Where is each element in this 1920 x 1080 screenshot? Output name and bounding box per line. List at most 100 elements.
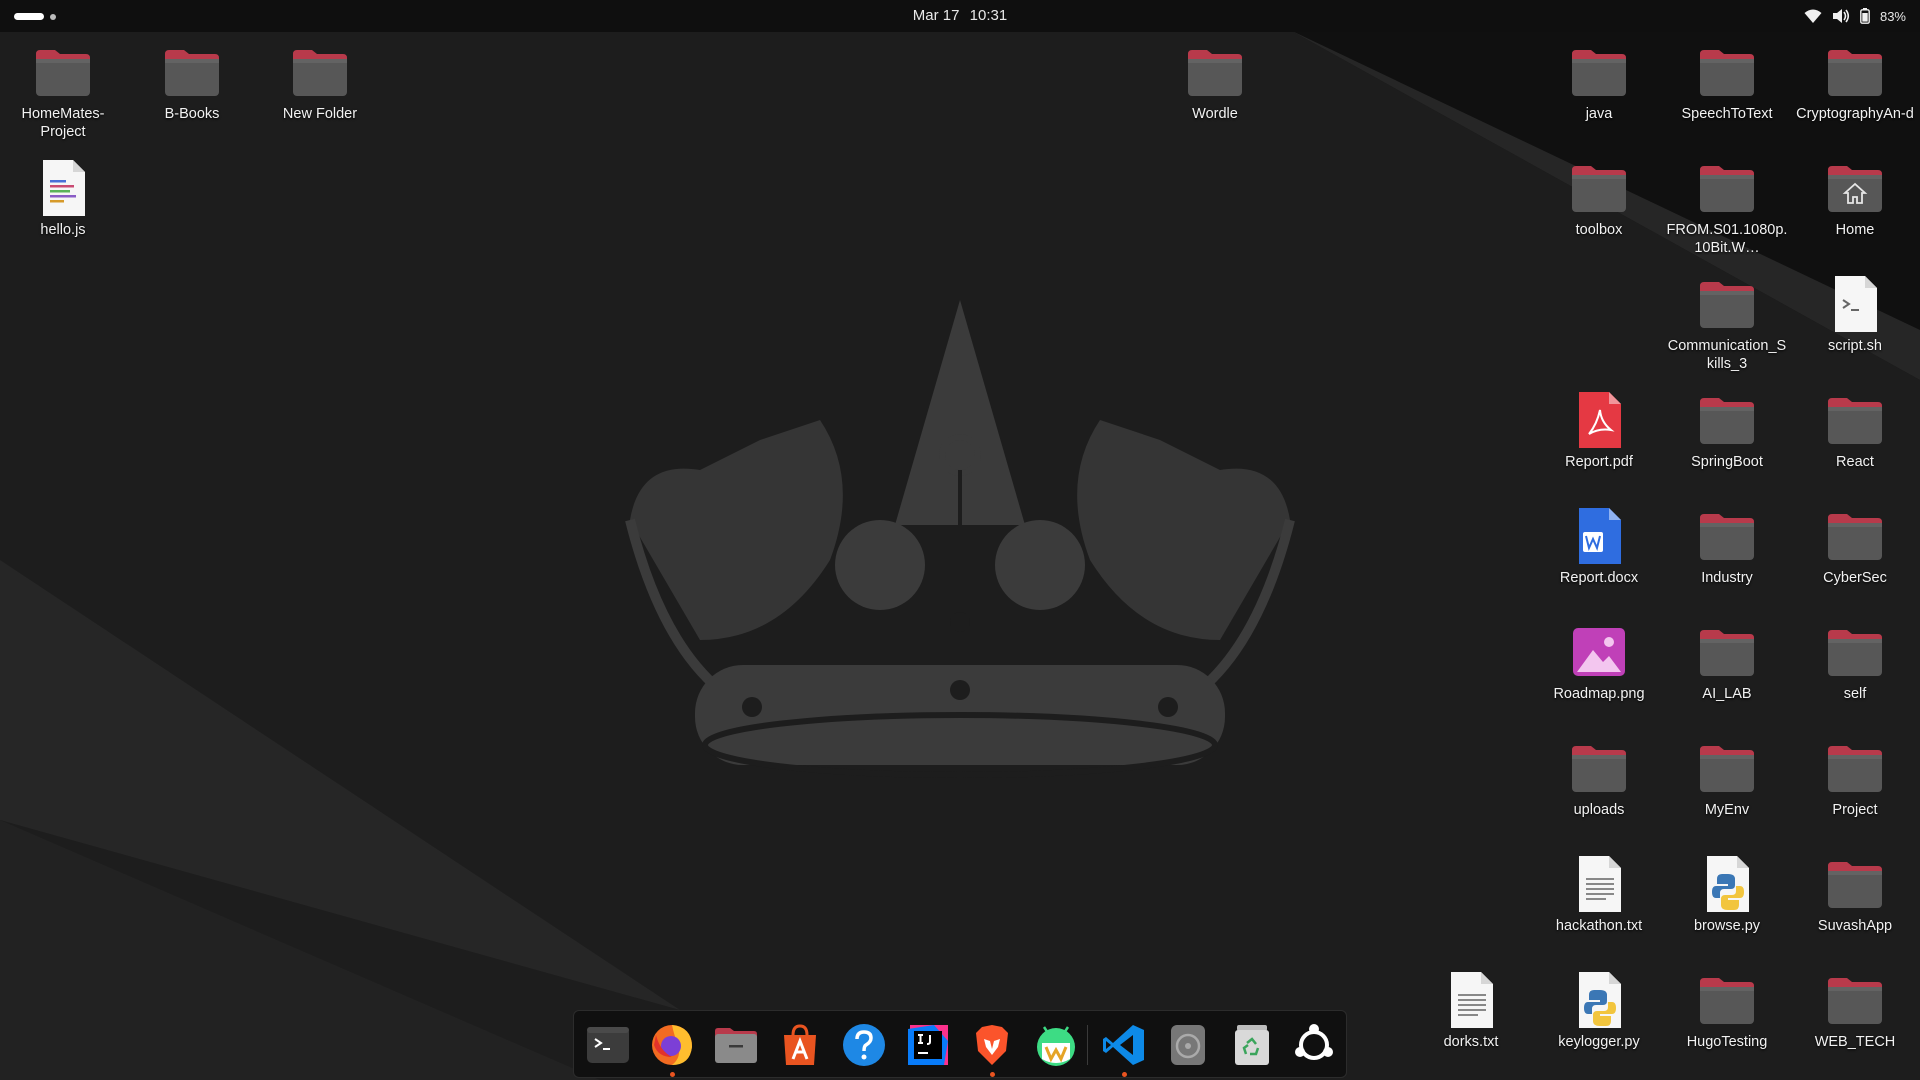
javascript-file-icon [33,158,93,218]
desktop-file-keylogger-py[interactable]: keylogger.py [1537,970,1661,1051]
android-studio-icon [1037,1026,1075,1066]
folder-icon [1697,390,1757,450]
dock-intellij-idea[interactable] [904,1021,952,1069]
desktop-icon-label: Project [1832,802,1878,818]
desktop-file-hello-js[interactable]: hello.js [1,158,125,239]
volume-icon [1832,9,1850,23]
dock-disks[interactable] [1164,1021,1212,1069]
dock-separator [1087,1025,1088,1065]
folder-icon [162,42,222,102]
desktop-folder-project[interactable]: Project [1793,738,1917,819]
desktop-folder-java[interactable]: java [1537,42,1661,123]
desktop-file-report-docx[interactable]: Report.docx [1537,506,1661,587]
desktop-folder-ai-lab[interactable]: AI_LAB [1665,622,1789,703]
desktop-folder-self[interactable]: self [1793,622,1917,703]
folder-icon [1697,506,1757,566]
desktop-folder-new-folder[interactable]: New Folder [258,42,382,123]
desktop-file-report-pdf[interactable]: Report.pdf [1537,390,1661,471]
desktop-icon-label: SpringBoot [1691,454,1763,470]
files-icon [715,1028,757,1063]
desktop-folder-springboot[interactable]: SpringBoot [1665,390,1789,471]
desktop-icon-label: Home [1835,222,1875,238]
clock[interactable]: Mar 17 10:31 [0,7,1920,24]
folder-icon [1825,738,1885,798]
desktop-folder-react[interactable]: React [1793,390,1917,471]
clock-date: Mar 17 [912,7,960,24]
desktop-folder-web-tech[interactable]: WEB_TECH [1793,970,1917,1051]
folder-icon [1825,506,1885,566]
dock-app-center[interactable] [776,1021,824,1069]
dock-firefox[interactable] [648,1021,696,1077]
dock [573,1010,1347,1078]
desktop-home-folder[interactable]: Home [1793,158,1917,239]
desktop-icon-label: AI_LAB [1702,686,1752,702]
python-file-icon [1569,970,1629,1030]
desktop-folder-uploads[interactable]: uploads [1537,738,1661,819]
desktop-icon-label: keylogger.py [1558,1034,1640,1050]
dock-trash[interactable] [1228,1021,1276,1069]
desktop-icon-label: Roadmap.png [1553,686,1645,702]
shell-script-icon [1825,274,1885,334]
desktop-folder-myenv[interactable]: MyEnv [1665,738,1789,819]
folder-icon [1569,738,1629,798]
desktop-folder-homemates-project[interactable]: HomeMates-Project [1,42,125,141]
show-apps-icon [1295,1024,1333,1060]
desktop-icon-label: MyEnv [1704,802,1750,818]
desktop-folder-toolbox[interactable]: toolbox [1537,158,1661,239]
dock-vscode[interactable] [1100,1021,1148,1077]
dock-brave[interactable] [968,1021,1016,1077]
text-file-icon [1569,854,1629,914]
running-indicator [670,1072,675,1077]
desktop-icon-label: WEB_TECH [1814,1034,1896,1050]
desktop-file-script-sh[interactable]: script.sh [1793,274,1917,355]
pdf-file-icon [1579,392,1621,448]
battery-percentage: 83% [1879,8,1906,24]
terminal-icon [587,1027,629,1063]
desktop-folder-cryptographyand[interactable]: CryptographyAn-d [1793,42,1917,123]
brave-icon [976,1025,1008,1065]
folder-icon [1825,42,1885,102]
desktop-folder-b-books[interactable]: B-Books [130,42,254,123]
desktop-icon-label: Report.pdf [1565,454,1633,470]
running-indicator [990,1072,995,1077]
desktop-folder-wordle[interactable]: Wordle [1153,42,1277,123]
desktop-icon-label: hackathon.txt [1555,918,1643,934]
desktop-folder-suvashapp[interactable]: SuvashApp [1793,854,1917,935]
dock-android-studio[interactable] [1032,1021,1080,1069]
desktop-icon-label: HugoTesting [1686,1034,1768,1050]
wifi-icon [1804,9,1822,23]
desktop-icon-label: Wordle [1192,106,1238,122]
desktop-folder-from-s01[interactable]: FROM.S01.1080p.10Bit.W… [1665,158,1789,257]
desktop-icon-label: Communication_Skills_3 [1667,338,1787,372]
top-panel: Mar 17 10:31 83% [0,0,1920,32]
desktop-folder-speechtotext[interactable]: SpeechToText [1665,42,1789,123]
desktop-folder-cybersec[interactable]: CyberSec [1793,506,1917,587]
desktop-icon-label: browse.py [1693,918,1761,934]
desktop-icon-label: dorks.txt [1443,1034,1499,1050]
dock-help[interactable] [840,1021,888,1069]
desktop-file-dorks-txt[interactable]: dorks.txt [1409,970,1533,1051]
desktop-icon-label: New Folder [282,106,358,122]
system-tray[interactable]: 83% [1804,6,1906,26]
folder-icon [1569,158,1629,218]
desktop-file-hackathon-txt[interactable]: hackathon.txt [1537,854,1661,935]
desktop-icon-label: Industry [1701,570,1753,586]
desktop-folder-communication-skills-3[interactable]: Communication_Skills_3 [1665,274,1789,373]
desktop-file-browse-py[interactable]: browse.py [1665,854,1789,935]
folder-icon [1697,274,1757,334]
text-file-icon [1441,970,1501,1030]
folder-icon [1697,622,1757,682]
desktop-icon-label: uploads [1573,802,1625,818]
dock-files[interactable] [712,1021,760,1069]
desktop-folder-industry[interactable]: Industry [1665,506,1789,587]
dock-terminal[interactable] [584,1021,632,1069]
python-file-icon [1697,854,1757,914]
desktop-icon-label: SpeechToText [1681,106,1773,122]
folder-icon [290,42,350,102]
desktop-folder-hugotesting[interactable]: HugoTesting [1665,970,1789,1051]
folder-icon [1697,158,1757,218]
dock-show-apps[interactable] [1290,1021,1338,1069]
desktop-icon-label: B-Books [164,106,220,122]
desktop-file-roadmap-png[interactable]: Roadmap.png [1537,622,1661,703]
app-center-icon [784,1024,816,1065]
